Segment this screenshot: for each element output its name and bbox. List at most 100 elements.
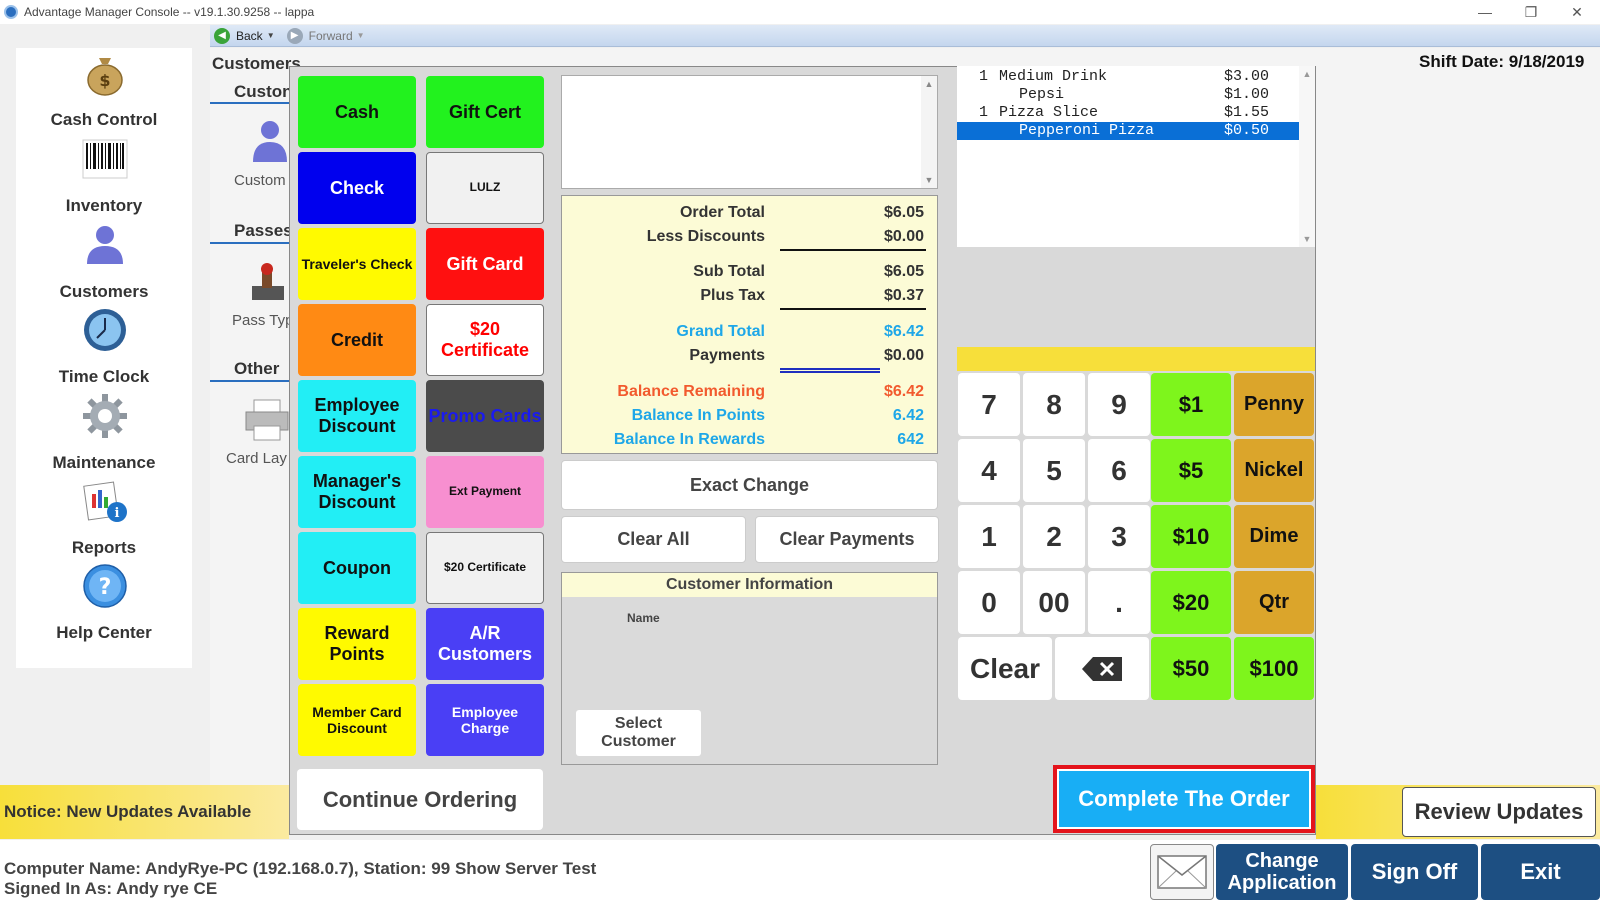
- customers-link[interactable]: Custom: [234, 172, 286, 189]
- sign-off-button[interactable]: Sign Off: [1351, 844, 1478, 900]
- exact-change-button[interactable]: Exact Change: [561, 460, 938, 510]
- key-0[interactable]: 0: [958, 571, 1020, 634]
- scroll-up-icon[interactable]: ▲: [921, 76, 937, 92]
- change-application-button[interactable]: Change Application: [1216, 844, 1348, 900]
- pay-credit-button[interactable]: Credit: [298, 304, 416, 376]
- close-button[interactable]: ✕: [1554, 0, 1600, 24]
- card-layouts-link[interactable]: Card Lay: [226, 450, 287, 467]
- key-8[interactable]: 8: [1023, 373, 1085, 436]
- key-5[interactable]: 5: [1023, 439, 1085, 502]
- receipt-line[interactable]: 1 Medium Drink $3.00: [957, 68, 1299, 86]
- pay-gift-card-button[interactable]: Gift Card: [426, 228, 544, 300]
- bill-20-button[interactable]: $20: [1151, 571, 1231, 634]
- clear-key[interactable]: Clear: [958, 637, 1052, 700]
- bill-5-button[interactable]: $5: [1151, 439, 1231, 502]
- backspace-icon: [1082, 656, 1122, 681]
- receipt-scrollbar[interactable]: ▲ ▼: [1299, 66, 1315, 247]
- key-1[interactable]: 1: [958, 505, 1020, 568]
- receipt-line[interactable]: 1 Pizza Slice $1.55: [957, 104, 1299, 122]
- select-customer-button[interactable]: Select Customer: [576, 710, 701, 756]
- reward-points-button[interactable]: Reward Points: [298, 608, 416, 680]
- order-total-row: Order Total $6.05: [562, 204, 938, 226]
- ar-customers-button[interactable]: A/R Customers: [426, 608, 544, 680]
- key-00[interactable]: 00: [1023, 571, 1085, 634]
- key-6[interactable]: 6: [1088, 439, 1150, 502]
- sidebar-item-customers[interactable]: Customers: [16, 222, 192, 309]
- tender-strip: [957, 347, 1315, 371]
- bill-10-button[interactable]: $10: [1151, 505, 1231, 568]
- clear-payments-button[interactable]: Clear Payments: [755, 516, 939, 563]
- customer-person-icon: [253, 121, 287, 162]
- customer-name-label: Name: [627, 611, 660, 625]
- messages-button[interactable]: [1150, 844, 1214, 900]
- sidebar-item-time-clock[interactable]: Time Clock: [16, 307, 192, 394]
- key-4[interactable]: 4: [958, 439, 1020, 502]
- back-label: Back: [236, 28, 263, 43]
- pay-20-certificate-alt-button[interactable]: $20 Certificate: [426, 532, 544, 604]
- order-receipt-list[interactable]: 1 Medium Drink $3.00 Pepsi $1.00 1 Pizza Sli…: [957, 66, 1315, 247]
- restore-button[interactable]: ❐: [1508, 0, 1554, 24]
- section-heading-customers: Custon: [234, 82, 293, 101]
- sidebar-item-help-center[interactable]: ? Help Center: [16, 563, 192, 650]
- ext-payment-button[interactable]: Ext Payment: [426, 456, 544, 528]
- key-3[interactable]: 3: [1088, 505, 1150, 568]
- payment-notes-area[interactable]: ▲ ▼: [561, 75, 938, 189]
- clear-all-button[interactable]: Clear All: [561, 516, 746, 563]
- coupon-button[interactable]: Coupon: [298, 532, 416, 604]
- receipt-item: Pepperoni Pizza: [1019, 122, 1155, 139]
- gear-icon: [83, 394, 127, 438]
- key-decimal[interactable]: .: [1088, 571, 1150, 634]
- continue-ordering-button[interactable]: Continue Ordering: [297, 769, 543, 830]
- notes-scrollbar[interactable]: ▲ ▼: [921, 76, 937, 188]
- coin-nickel-button[interactable]: Nickel: [1234, 439, 1314, 502]
- pay-lulz-button[interactable]: LULZ: [426, 152, 544, 224]
- pay-travelers-check-button[interactable]: Traveler's Check: [298, 228, 416, 300]
- minimize-button[interactable]: —: [1462, 0, 1508, 24]
- employee-charge-button[interactable]: Employee Charge: [426, 684, 544, 756]
- sidebar-item-reports[interactable]: i Reports: [16, 478, 192, 565]
- coin-penny-button[interactable]: Penny: [1234, 373, 1314, 436]
- pay-check-button[interactable]: Check: [298, 152, 416, 224]
- scroll-up-icon[interactable]: ▲: [1299, 66, 1315, 82]
- exit-button[interactable]: Exit: [1481, 844, 1600, 900]
- scroll-down-icon[interactable]: ▼: [921, 172, 937, 188]
- key-9[interactable]: 9: [1088, 373, 1150, 436]
- complete-order-highlight: Complete The Order: [1053, 765, 1315, 833]
- employee-discount-button[interactable]: Employee Discount: [298, 380, 416, 452]
- app-icon: [4, 5, 18, 19]
- coin-dime-button[interactable]: Dime: [1234, 505, 1314, 568]
- less-discounts-row: Less Discounts $0.00: [562, 228, 938, 250]
- pay-20-certificate-button[interactable]: $20 Certificate: [426, 304, 544, 376]
- bill-1-button[interactable]: $1: [1151, 373, 1231, 436]
- managers-discount-button[interactable]: Manager's Discount: [298, 456, 416, 528]
- pay-cash-button[interactable]: Cash: [298, 76, 416, 148]
- customer-info-panel: Customer Information Name Select Custome…: [561, 572, 938, 765]
- back-button[interactable]: ◀ Back ▼: [214, 27, 275, 44]
- sidebar-item-cash-control[interactable]: $ Cash Control: [16, 48, 192, 135]
- backspace-key[interactable]: [1055, 637, 1149, 700]
- plus-tax-label: Plus Tax: [700, 287, 765, 304]
- promo-cards-button[interactable]: Promo Cards: [426, 380, 544, 452]
- order-total-label: Order Total: [679, 204, 765, 221]
- stamp-icon: [252, 263, 284, 300]
- sidebar-label-maintenance: Maintenance: [52, 453, 156, 472]
- receipt-line[interactable]: Pepsi $1.00: [957, 86, 1299, 104]
- member-card-discount-button[interactable]: Member Card Discount: [298, 684, 416, 756]
- bill-50-button[interactable]: $50: [1151, 637, 1231, 700]
- order-summary: Order Total $6.05 Less Discounts $0.00 S…: [561, 195, 938, 454]
- balance-remaining-value: $6.42: [883, 383, 924, 400]
- sidebar-item-maintenance[interactable]: Maintenance: [16, 393, 192, 480]
- pay-gift-cert-button[interactable]: Gift Cert: [426, 76, 544, 148]
- bill-100-button[interactable]: $100: [1234, 637, 1314, 700]
- review-updates-button[interactable]: Review Updates: [1402, 787, 1596, 837]
- key-7[interactable]: 7: [958, 373, 1020, 436]
- key-2[interactable]: 2: [1023, 505, 1085, 568]
- plus-tax-value: $0.37: [883, 287, 924, 304]
- scroll-down-icon[interactable]: ▼: [1299, 231, 1315, 247]
- forward-button[interactable]: ▶ Forward ▼: [286, 27, 365, 44]
- sidebar-item-inventory[interactable]: Inventory: [16, 136, 192, 223]
- complete-order-button[interactable]: Complete The Order: [1059, 771, 1309, 827]
- receipt-line[interactable]: Pepperoni Pizza $0.50: [957, 122, 1299, 140]
- coin-quarter-button[interactable]: Qtr: [1234, 571, 1314, 634]
- pass-types-link[interactable]: Pass Typ: [232, 312, 293, 329]
